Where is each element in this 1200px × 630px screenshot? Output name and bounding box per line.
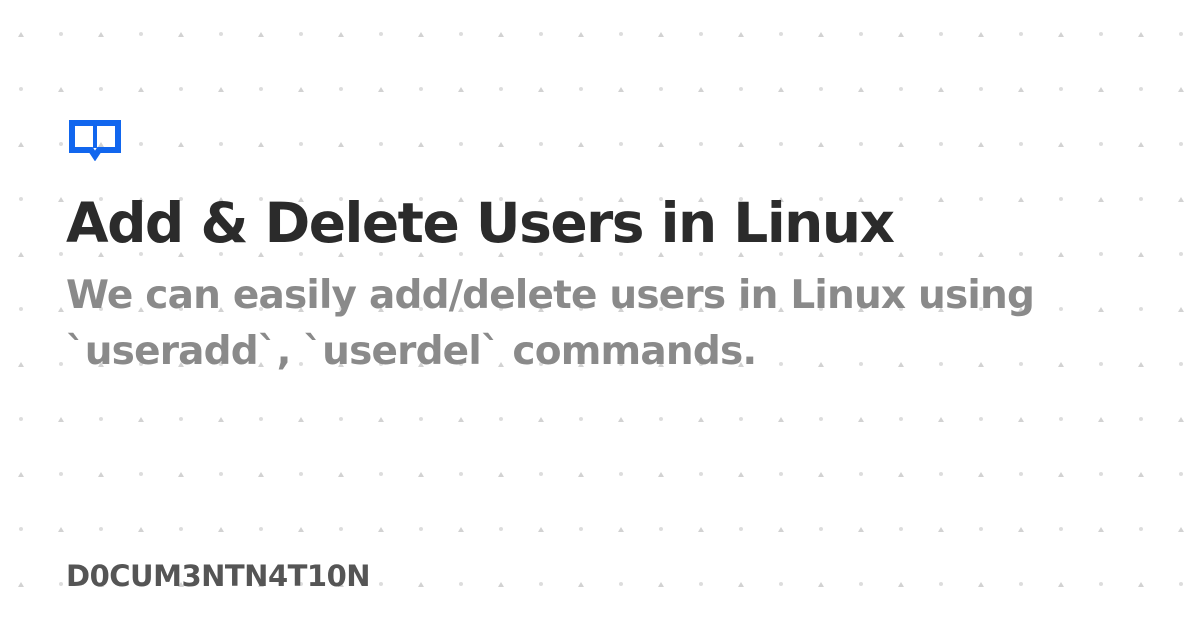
page-description: We can easily add/delete users in Linux … — [66, 273, 1035, 374]
page-title: Add & Delete Users in Linux — [66, 191, 895, 255]
open-book-icon — [69, 120, 121, 161]
site-name: D0CUM3NTN4T10N — [66, 559, 371, 593]
